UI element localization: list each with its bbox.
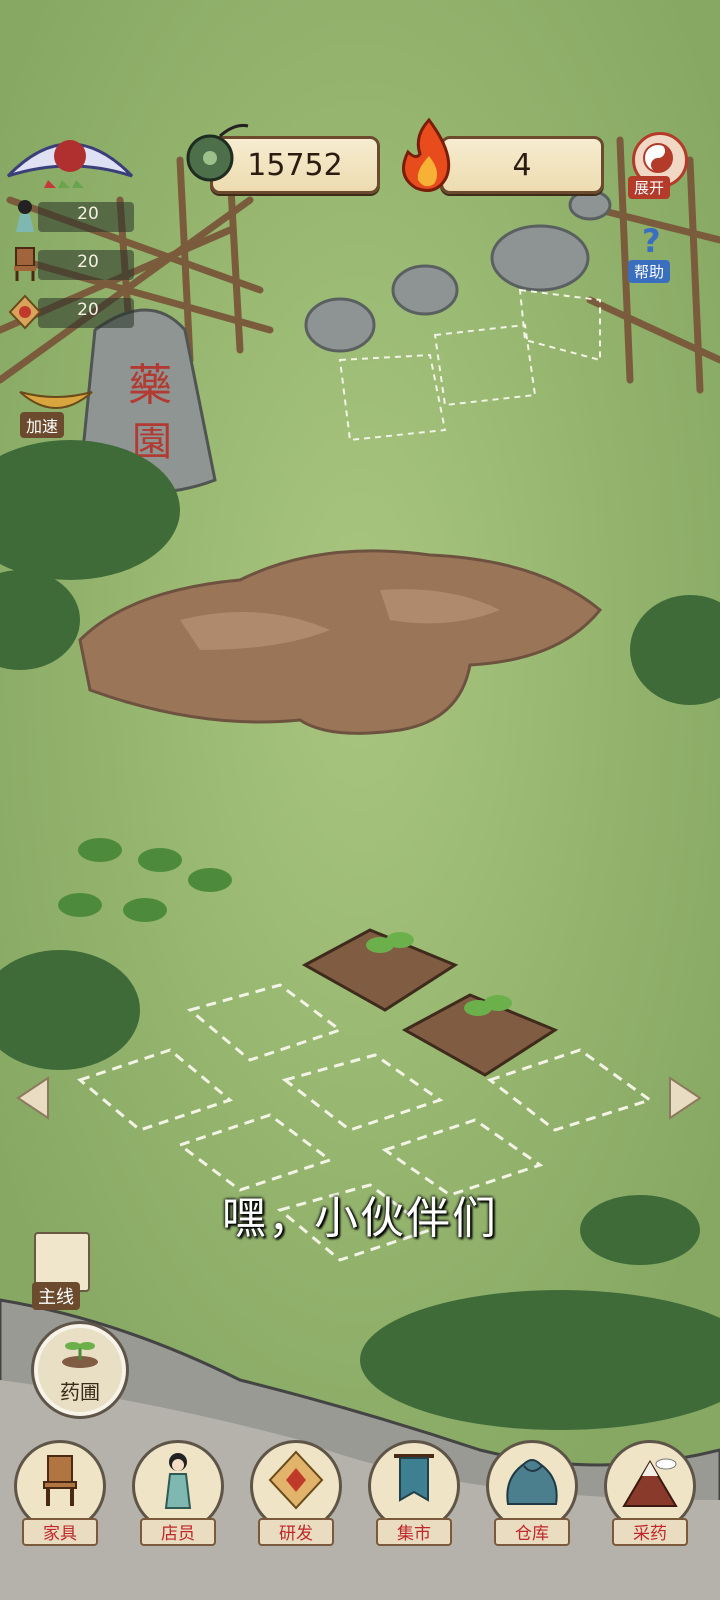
stat-furniture-value: 20 [77, 252, 99, 272]
stat-staff: 20 [8, 198, 134, 234]
help-label: 帮助 [628, 260, 671, 283]
stat-research-value: 20 [77, 300, 99, 320]
herb-garden-button[interactable]: 药圃 [34, 1324, 126, 1416]
help-button[interactable]: ? 帮助 [626, 222, 688, 288]
nav-gather-label: 采药 [612, 1518, 688, 1546]
chair-icon [8, 246, 42, 282]
expand-button[interactable]: 展开 [626, 132, 688, 202]
flame-icon [396, 116, 462, 198]
market-banner-icon [394, 1454, 434, 1502]
nav-research-label: 研发 [258, 1518, 334, 1546]
dialogue-subtitle: 嘿，小伙伴们 [222, 1193, 498, 1244]
yin-yang-icon [643, 143, 673, 173]
warehouse-bag-icon [506, 1459, 558, 1505]
parcel-icon [8, 294, 42, 330]
mountain-icon [622, 1458, 678, 1507]
nav-furniture-label: 家具 [22, 1518, 98, 1546]
nav-market-label: 集市 [376, 1518, 452, 1546]
energy-counter[interactable]: 4 [440, 136, 604, 194]
nav-staff-label: 店员 [140, 1518, 216, 1546]
coin-count: 15752 [247, 147, 343, 183]
shop-assistant-icon [164, 1453, 192, 1509]
nav-gather[interactable]: 采药 [604, 1440, 696, 1552]
fan-emblem[interactable] [4, 126, 136, 190]
stat-staff-value: 20 [77, 204, 99, 224]
nav-market[interactable]: 集市 [368, 1440, 460, 1552]
speedup-label: 加速 [20, 412, 65, 438]
stat-furniture: 20 [8, 246, 134, 282]
expand-label: 展开 [628, 176, 671, 199]
question-mark-icon: ? [642, 222, 661, 260]
jade-coin-icon [180, 118, 250, 198]
speedup-button[interactable]: 加速 [14, 384, 110, 440]
stat-research: 20 [8, 294, 134, 330]
main-quest-button[interactable]: 主线 [22, 1232, 102, 1312]
energy-count: 4 [512, 147, 532, 183]
herb-garden-label: 药圃 [60, 1380, 100, 1404]
chair-icon [43, 1455, 77, 1506]
nav-research[interactable]: 研发 [250, 1440, 342, 1552]
research-parcel-icon [268, 1450, 324, 1510]
nav-furniture[interactable]: 家具 [14, 1440, 106, 1552]
nav-warehouse[interactable]: 仓库 [486, 1440, 578, 1552]
nav-staff[interactable]: 店员 [132, 1440, 224, 1552]
girl-icon [8, 198, 42, 234]
bottom-nav: 家具 店员 研发 集市 仓库 采药 [0, 1440, 720, 1600]
nav-warehouse-label: 仓库 [494, 1518, 570, 1546]
svg-text:藥: 藥 [128, 360, 172, 411]
main-quest-label: 主线 [32, 1282, 80, 1310]
sprout-icon [62, 1342, 98, 1368]
